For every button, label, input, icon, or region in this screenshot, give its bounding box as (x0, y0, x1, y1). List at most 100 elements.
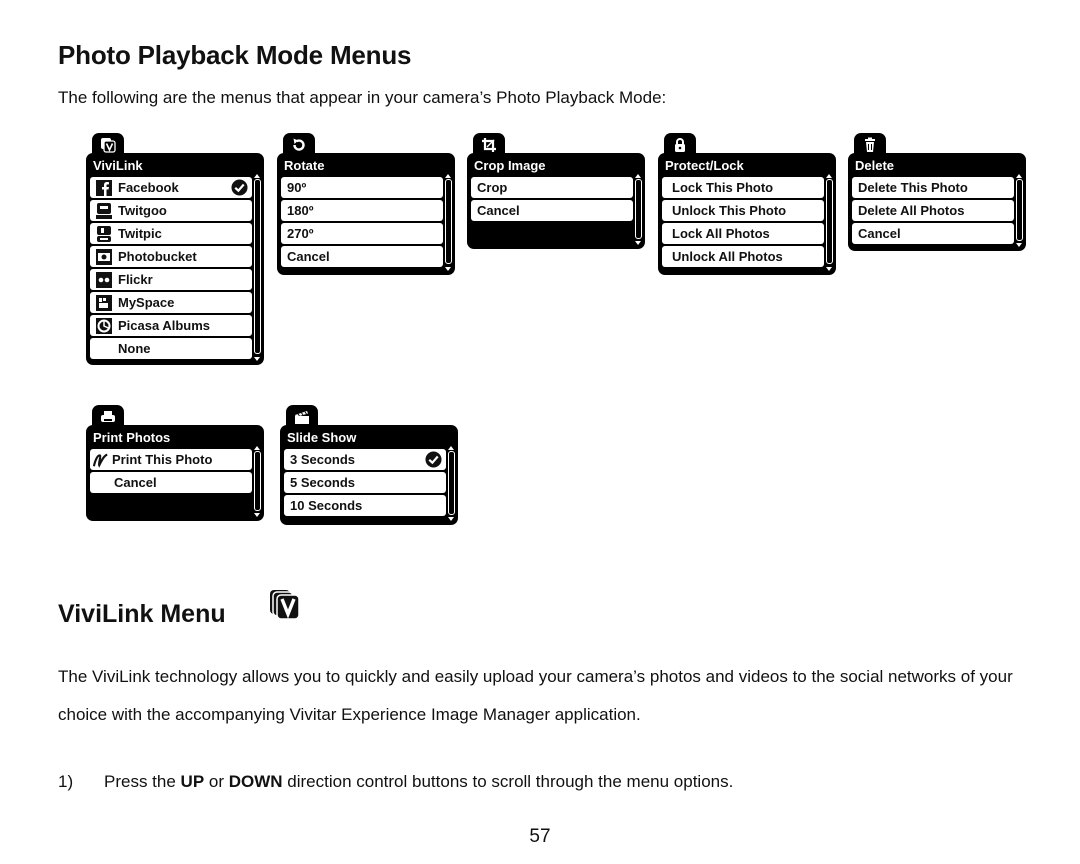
intro-text: The following are the menus that appear … (58, 88, 667, 107)
menu-item-facebook[interactable]: Facebook (90, 177, 252, 198)
menu-item-photobucket[interactable]: Photobucket (90, 246, 252, 267)
item-label: 10 Seconds (290, 498, 363, 513)
scrollbar[interactable] (254, 179, 261, 354)
item-label: None (118, 341, 151, 356)
item-label: Facebook (118, 180, 179, 195)
menu-title: Print Photos (93, 430, 171, 445)
menu-item-crop[interactable]: Crop (471, 177, 633, 198)
print-menu: Print Photos Print This Photo Cancel (86, 405, 264, 521)
menu-title: Slide Show (287, 430, 357, 445)
down-keyword: DOWN (228, 772, 283, 791)
menu-item-none[interactable]: None (90, 338, 252, 359)
scroll-down-arrow[interactable] (445, 267, 451, 271)
scroll-up-arrow[interactable] (448, 446, 454, 450)
menu-item-unlock-this[interactable]: Unlock This Photo (662, 200, 824, 221)
scrollbar[interactable] (448, 451, 455, 515)
protect-menu: Protect/Lock Lock This Photo Unlock This… (658, 133, 836, 275)
menu-item-delete-all[interactable]: Delete All Photos (852, 200, 1014, 221)
scrollbar[interactable] (635, 179, 642, 239)
rotate-panel: Rotate 90º 180º 270º Cancel (277, 153, 455, 275)
menu-item-5-seconds[interactable]: 5 Seconds (284, 472, 446, 493)
step-number: 1) (58, 772, 74, 791)
vivilink-menu: ViviLink Facebook Twitgoo Twitpic Photob… (86, 133, 264, 365)
checkmark-icon (425, 451, 442, 468)
item-label: Delete All Photos (858, 203, 965, 218)
scroll-up-arrow[interactable] (1016, 174, 1022, 178)
menu-item-print-this[interactable]: Print This Photo (90, 449, 252, 470)
menu-item-twitgoo[interactable]: Twitgoo (90, 200, 252, 221)
scroll-up-arrow[interactable] (254, 446, 260, 450)
slideshow-menu: Slide Show 3 Seconds 5 Seconds 10 Second… (280, 405, 458, 525)
scroll-down-arrow[interactable] (1016, 243, 1022, 247)
item-label: Flickr (118, 272, 153, 287)
picasa-icon (96, 317, 112, 334)
item-label: Print This Photo (112, 452, 213, 467)
menu-item-cancel[interactable]: Cancel (90, 472, 252, 493)
scroll-up-arrow[interactable] (826, 174, 832, 178)
menu-item-lock-this[interactable]: Lock This Photo (662, 177, 824, 198)
menu-item-flickr[interactable]: Flickr (90, 269, 252, 290)
scrollbar[interactable] (445, 179, 452, 264)
menu-title: ViviLink (93, 158, 143, 173)
step-text: direction control buttons to scroll thro… (282, 772, 734, 791)
scroll-down-arrow[interactable] (826, 267, 832, 271)
item-label: Unlock All Photos (672, 249, 783, 264)
protect-panel: Protect/Lock Lock This Photo Unlock This… (658, 153, 836, 275)
checkmark-icon (231, 179, 248, 196)
crop-panel: Crop Image Crop Cancel (467, 153, 645, 249)
step-text: or (204, 772, 229, 791)
slideshow-panel: Slide Show 3 Seconds 5 Seconds 10 Second… (280, 425, 458, 525)
scroll-up-arrow[interactable] (445, 174, 451, 178)
item-label: Cancel (477, 203, 520, 218)
scroll-down-arrow[interactable] (448, 517, 454, 521)
vivilink-icon (101, 138, 116, 153)
twitpic-icon (96, 225, 112, 242)
flickr-icon (96, 271, 112, 288)
item-label: Cancel (287, 249, 330, 264)
scroll-down-arrow[interactable] (254, 513, 260, 517)
printer-icon (101, 411, 115, 422)
menu-item-3-seconds[interactable]: 3 Seconds (284, 449, 446, 470)
step-1: 1) Press the UP or DOWN direction control… (58, 772, 733, 792)
menu-item-twitpic[interactable]: Twitpic (90, 223, 252, 244)
item-label: Crop (477, 180, 508, 195)
pictbridge-icon (93, 452, 109, 468)
menu-item-180[interactable]: 180º (281, 200, 443, 221)
vivilink-icon (270, 590, 300, 620)
scroll-up-arrow[interactable] (635, 174, 641, 178)
item-label: Cancel (858, 226, 901, 241)
delete-menu: Delete Delete This Photo Delete All Phot… (848, 133, 1026, 251)
menu-item-10-seconds[interactable]: 10 Seconds (284, 495, 446, 516)
menu-item-cancel[interactable]: Cancel (281, 246, 443, 267)
menu-item-unlock-all[interactable]: Unlock All Photos (662, 246, 824, 267)
trash-icon (865, 137, 875, 152)
scroll-down-arrow[interactable] (635, 241, 641, 245)
item-label: Delete This Photo (858, 180, 968, 195)
scrollbar[interactable] (826, 179, 833, 264)
item-label: Lock This Photo (672, 180, 774, 195)
menu-item-90[interactable]: 90º (281, 177, 443, 198)
vivilink-panel: ViviLink Facebook Twitgoo Twitpic Photob… (86, 153, 264, 365)
menu-item-picasa[interactable]: Picasa Albums (90, 315, 252, 336)
facebook-icon (96, 179, 112, 196)
menu-item-cancel[interactable]: Cancel (471, 200, 633, 221)
item-label: 270º (287, 226, 314, 241)
menu-item-cancel[interactable]: Cancel (852, 223, 1014, 244)
crop-menu: Crop Image Crop Cancel (467, 133, 645, 249)
menu-title: Delete (855, 158, 895, 173)
item-label: 180º (287, 203, 314, 218)
rotate-menu: Rotate 90º 180º 270º Cancel (277, 133, 455, 275)
menu-item-myspace[interactable]: MySpace (90, 292, 252, 313)
item-label: MySpace (118, 295, 175, 310)
menu-item-lock-all[interactable]: Lock All Photos (662, 223, 824, 244)
menu-item-delete-this[interactable]: Delete This Photo (852, 177, 1014, 198)
page-number: 57 (529, 826, 551, 847)
item-label: Cancel (114, 475, 157, 490)
scrollbar[interactable] (254, 451, 261, 511)
menu-item-270[interactable]: 270º (281, 223, 443, 244)
scroll-up-arrow[interactable] (254, 174, 260, 178)
scroll-down-arrow[interactable] (254, 357, 260, 361)
scrollbar[interactable] (1016, 179, 1023, 241)
menu-title: Protect/Lock (665, 158, 744, 173)
item-label: 3 Seconds (290, 452, 356, 467)
